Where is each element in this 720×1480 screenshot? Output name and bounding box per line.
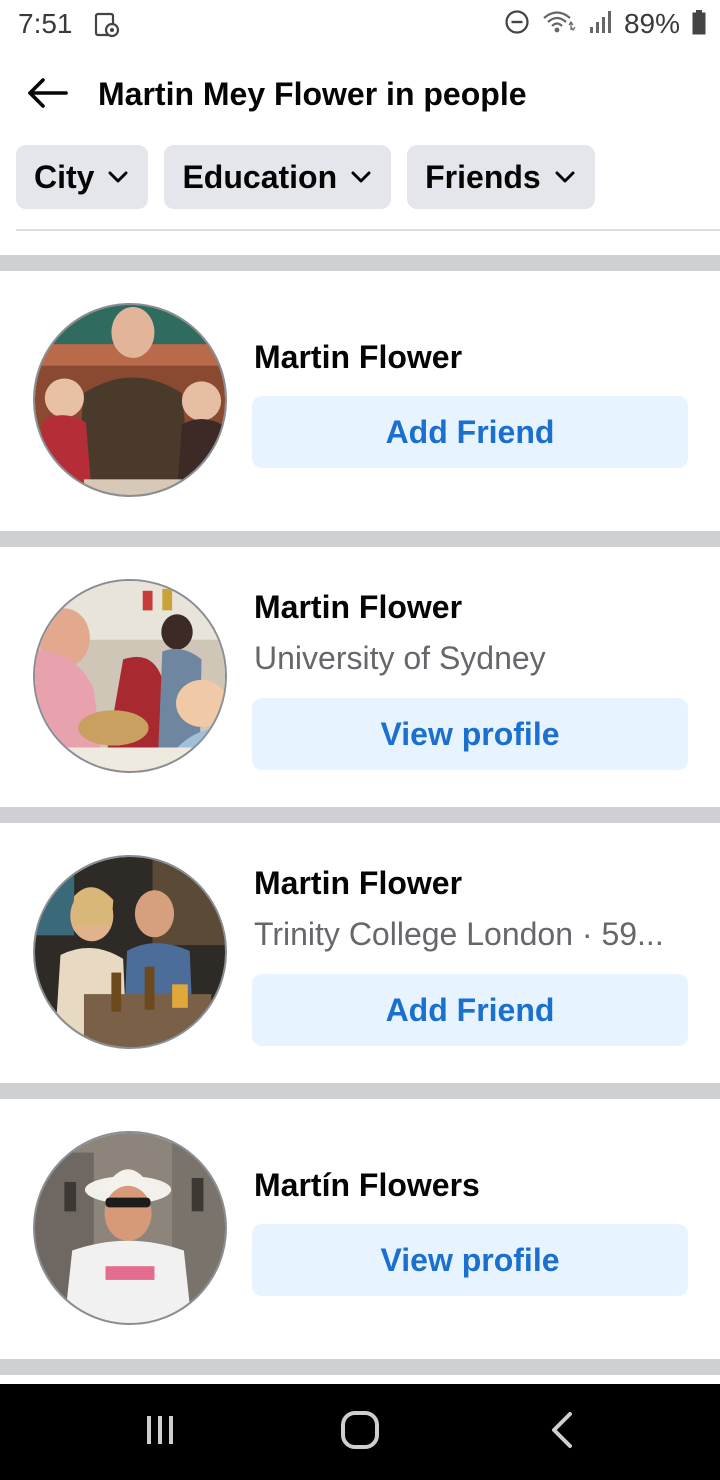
result-card[interactable]: Martin Flower Add Friend — [0, 271, 720, 531]
header-divider — [16, 229, 720, 231]
button-label: Add Friend — [385, 991, 555, 1028]
filter-friends[interactable]: Friends — [407, 145, 595, 209]
filter-label: Friends — [425, 158, 541, 195]
search-header: Martin Mey Flower in people — [0, 62, 720, 128]
battery-percent: 89% — [623, 8, 680, 39]
button-label: View profile — [380, 1241, 560, 1278]
button-label: Add Friend — [385, 413, 555, 450]
filter-bar: City Education Friends — [16, 145, 595, 209]
person-name[interactable]: Martín Flowers — [254, 1167, 480, 1204]
list-separator — [0, 1083, 720, 1099]
person-education: University of Sydney — [254, 640, 546, 676]
person-name[interactable]: Martin Flower — [254, 339, 462, 376]
avatar[interactable] — [33, 1131, 227, 1325]
add-friend-button[interactable]: Add Friend — [252, 396, 688, 468]
view-profile-button[interactable]: View profile — [252, 1224, 688, 1296]
chevron-down-icon — [553, 165, 577, 189]
chevron-down-icon — [106, 165, 130, 189]
button-label: View profile — [380, 715, 560, 752]
dnd-icon — [504, 9, 530, 40]
chevron-down-icon — [349, 165, 373, 189]
list-separator — [0, 255, 720, 271]
back-nav-button[interactable] — [522, 1404, 602, 1460]
home-icon — [340, 1410, 380, 1455]
search-query-title[interactable]: Martin Mey Flower in people — [98, 76, 527, 113]
status-time: 7:51 — [18, 8, 73, 39]
battery-icon — [692, 9, 706, 40]
signal-icon — [588, 9, 612, 40]
status-bar: 7:51 89% — [0, 0, 720, 50]
result-card[interactable]: Martin Flower University of Sydney View … — [0, 547, 720, 807]
avatar[interactable] — [33, 855, 227, 1049]
view-profile-button[interactable]: View profile — [252, 698, 688, 770]
screenshot-icon — [94, 12, 120, 38]
status-icons: 89% — [504, 6, 706, 42]
system-nav-bar — [0, 1384, 720, 1480]
filter-label: Education — [182, 158, 338, 195]
list-separator — [0, 1359, 720, 1375]
arrow-left-icon — [26, 77, 68, 114]
person-name[interactable]: Martin Flower — [254, 589, 462, 626]
avatar[interactable] — [33, 303, 227, 497]
person-education: Trinity College London · 59... — [254, 916, 664, 952]
back-icon — [548, 1410, 576, 1455]
filter-education[interactable]: Education — [164, 145, 392, 209]
back-button[interactable] — [22, 74, 72, 116]
add-friend-button[interactable]: Add Friend — [252, 974, 688, 1046]
person-name[interactable]: Martin Flower — [254, 865, 462, 902]
list-separator — [0, 807, 720, 823]
list-separator — [0, 531, 720, 547]
filter-label: City — [34, 158, 95, 195]
result-card[interactable]: Martín Flowers View profile — [0, 1099, 720, 1359]
avatar[interactable] — [33, 579, 227, 773]
home-button[interactable] — [320, 1404, 400, 1460]
recents-button[interactable] — [120, 1404, 200, 1460]
recents-icon — [142, 1412, 178, 1453]
filter-city[interactable]: City — [16, 145, 149, 209]
result-card[interactable]: Martin Flower Trinity College London · 5… — [0, 823, 720, 1083]
wifi-icon — [542, 9, 576, 40]
